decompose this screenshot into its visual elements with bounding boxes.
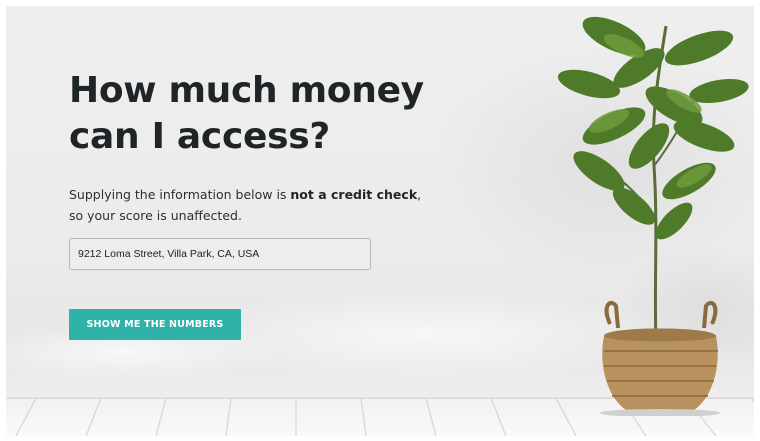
disclaimer-emphasis: not a credit check	[290, 187, 418, 202]
disclaimer-text: Supplying the information below is not a…	[69, 184, 429, 226]
page-title-line-1: How much money	[69, 70, 424, 111]
page-title: How much money can I access?	[69, 68, 489, 160]
page-title-line-2: can I access?	[69, 116, 330, 157]
address-input[interactable]	[69, 238, 371, 270]
disclaimer-text-start: Supplying the information below is	[69, 187, 291, 202]
potted-plant-icon	[557, 16, 749, 416]
hero-section: How much money can I access? Supplying t…	[6, 6, 754, 436]
show-numbers-button[interactable]: SHOW ME THE NUMBERS	[69, 309, 241, 340]
